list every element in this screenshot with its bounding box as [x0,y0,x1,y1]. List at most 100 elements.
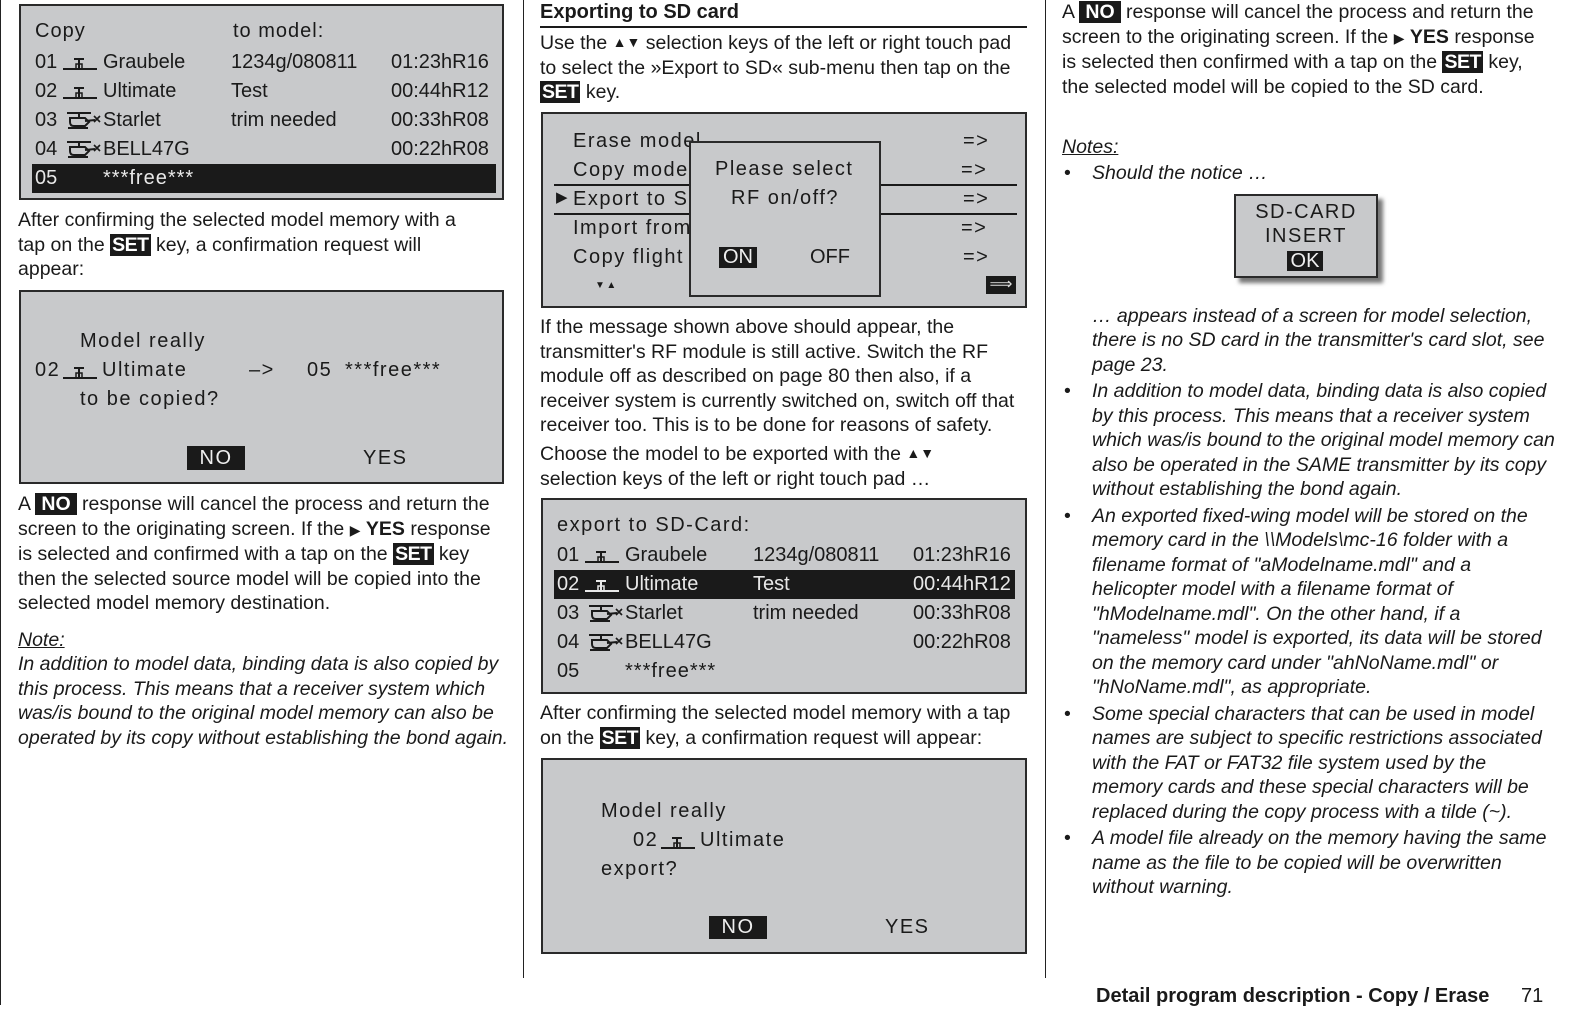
bullet: • [1064,827,1071,849]
plane-icon [661,834,695,852]
paragraph-no-yes-export: A NO response will cancel the process an… [1062,0,1552,99]
section-heading: Exporting to SD card [540,0,1027,28]
model-number: 05 [557,660,580,682]
menu-item-arrow: => [963,246,990,268]
copy-model-screen: Copy to model: 01 Graubele 1234g/080811 … [19,4,504,200]
model-number: 03 [557,602,580,624]
no-button[interactable]: NO [709,916,767,939]
note-item: • A model file already on the memory hav… [1062,826,1557,900]
to-model-label: to model: [233,20,325,42]
right-arrow-icon[interactable]: ⟹ [986,276,1016,294]
model-note: Test [231,80,268,102]
plane-icon [585,548,619,566]
model-note: 1234g/080811 [753,544,880,566]
sd-card-line1: SD-CARD [1255,200,1357,223]
popup-line2: RF on/off? [731,187,840,209]
menu-item-arrow: => [961,159,988,181]
yes-button[interactable]: YES [363,446,408,470]
model-name: Starlet [103,109,161,131]
selection-pointer-icon: ▶ [556,189,570,206]
column-divider-2 [1045,0,1046,978]
helicopter-icon [587,604,623,622]
model-note: trim needed [231,109,337,131]
column-divider-1 [523,0,524,978]
play-arrow-icon: ▶ [1393,29,1405,46]
model-time: 00:33hR08 [913,602,1011,624]
scroll-arrows-icon[interactable]: ▼▲ [595,280,618,291]
yes-button[interactable]: YES [885,916,930,939]
menu-item-export-to-sd[interactable]: Export to SD [573,188,704,211]
paragraph-select-export: Use the ▲▼ selection keys of the left or… [540,30,1025,105]
model-number: 01 [557,544,580,566]
model-number: 02 [633,829,659,851]
plane-icon [585,577,619,595]
plane-icon [63,84,97,102]
model-number: 04 [557,631,580,653]
plane-icon [63,364,97,382]
model-row[interactable]: 01 Graubele 1234g/080811 01:23hR16 [543,541,1025,570]
model-name: Ultimate [700,829,786,851]
model-row-selected[interactable]: 05 ***free*** [32,164,496,193]
note-lead: Should the notice … [1092,162,1268,184]
to-be-copied-label: to be copied? [80,388,220,410]
page-footer: Detail program description - Copy / Eras… [1096,985,1543,1008]
no-button[interactable]: NO [187,446,245,470]
model-note: trim needed [753,602,859,624]
bullet: • [1064,504,1071,527]
sd-card-line2: INSERT [1265,224,1347,247]
model-row[interactable]: 05 ***free*** [543,657,1025,686]
dest-model-name: ***free*** [345,359,442,381]
set-key-badge: SET [599,726,641,749]
note-text: In addition to model data, binding data … [1092,380,1555,500]
note-item: • Should the notice … SD-CARD INSERT OK … [1062,161,1557,377]
model-time: 00:22hR08 [391,138,489,160]
model-time: 00:44hR12 [391,80,489,102]
export-header: export to SD-Card: [557,514,751,536]
helicopter-icon [65,111,101,129]
note-item: • Some special characters that can be us… [1062,702,1557,825]
note-heading: Note: [18,629,65,651]
rf-popup-dialog: Please select RF on/off? ON OFF [689,141,881,297]
sd-card-insert-screen: SD-CARD INSERT OK [1234,193,1378,278]
model-row[interactable]: 04 BELL47G 00:22hR08 [543,628,1025,657]
model-really-label: Model really [80,330,206,352]
menu-item-erase-model[interactable]: Erase model [573,130,702,153]
ok-button[interactable]: OK [1287,250,1323,271]
paragraph-no-yes: A NO response will cancel the process an… [18,492,498,616]
notes-list: • Should the notice … SD-CARD INSERT OK … [1062,161,1557,902]
model-row[interactable]: 01 Graubele 1234g/080811 01:23hR16 [21,48,502,77]
helicopter-icon [587,633,623,651]
copy-confirm-screen: Model really 02 Ultimate –> 05 ***free**… [19,290,504,484]
model-row[interactable]: 03 Starlet trim needed 00:33hR08 [543,599,1025,628]
model-number: 05 [35,167,58,189]
yes-label: YES [1409,25,1449,48]
model-time: 01:23hR16 [391,51,489,73]
rf-on-button[interactable]: ON [719,247,757,268]
note-text: A model file already on the memory havin… [1092,827,1547,898]
model-time: 00:44hR12 [913,573,1011,595]
bullet: • [1064,380,1071,402]
play-arrow-icon: ▶ [349,521,361,538]
page-number: 71 [1521,985,1544,1007]
menu-item-copy-model[interactable]: Copy model [573,159,695,182]
text: A [1062,1,1074,23]
model-row-selected[interactable]: 02 Ultimate Test 00:44hR12 [554,570,1015,599]
paragraph-rf-warning: If the message shown above should appear… [540,316,1015,436]
plane-icon [63,55,97,73]
note-text: … appears instead of a screen for model … [1092,304,1545,376]
left-margin-rule [0,0,1,1005]
model-number: 02 [557,573,580,595]
paragraph-export-confirm-intro: After confirming the selected model memo… [540,701,1028,750]
set-key-badge: SET [540,81,581,103]
menu-item-arrow: => [963,188,990,210]
model-name: Graubele [103,51,186,73]
text: Choose the model to be exported with the [540,443,901,465]
model-row[interactable]: 04 BELL47G 00:22hR08 [21,135,502,164]
model-really-label: Model really [601,800,727,822]
model-name: ***free*** [625,660,717,682]
bullet: • [1064,162,1071,184]
rf-off-button[interactable]: OFF [810,247,850,268]
model-row[interactable]: 02 Ultimate Test 00:44hR12 [21,77,502,106]
text: selection keys of the left or right touc… [540,467,931,490]
model-row[interactable]: 03 Starlet trim needed 00:33hR08 [21,106,502,135]
